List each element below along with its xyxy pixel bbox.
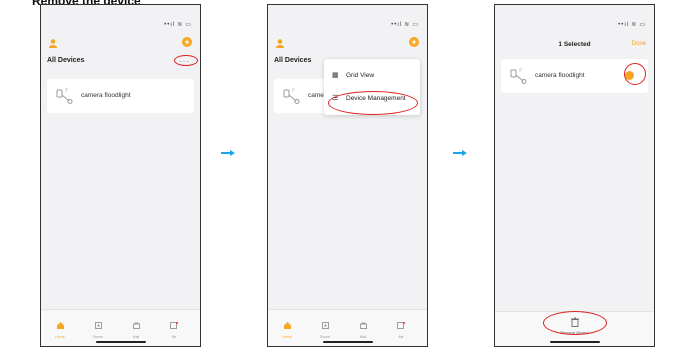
signal-icon: ••ıl <box>164 22 176 28</box>
floodlight-camera-icon <box>56 88 73 104</box>
arrow-right-icon <box>453 150 467 156</box>
highlight-oval <box>328 91 418 115</box>
avatar-icon[interactable] <box>276 39 284 48</box>
device-card[interactable]: camera floodlight <box>47 79 194 113</box>
tab-mall[interactable]: Mall <box>352 316 374 339</box>
device-name: camera floodlight <box>535 72 585 79</box>
mall-icon <box>359 322 367 329</box>
tab-label: Me <box>171 335 177 339</box>
tab-me[interactable]: Me <box>163 316 185 339</box>
tab-label: Home <box>282 335 292 339</box>
add-device-button[interactable]: + <box>182 37 192 47</box>
menu-item-label: Grid View <box>346 72 375 79</box>
me-icon <box>397 322 405 329</box>
blurred-text: · · · · <box>282 15 293 21</box>
tab-me[interactable]: Me <box>390 316 412 339</box>
add-device-button[interactable]: + <box>409 37 419 47</box>
blurred-text: · · · · <box>509 15 520 21</box>
signal-icon: ••ıl <box>391 22 403 28</box>
tab-label: Scene <box>320 335 330 339</box>
status-bar: ••ıl ≋ ▭ <box>389 21 419 28</box>
tab-label: Me <box>398 335 404 339</box>
me-icon <box>170 322 178 329</box>
tab-home[interactable]: Home <box>49 316 71 339</box>
tab-label: Mall <box>132 335 140 339</box>
tab-scene[interactable]: Scene <box>314 316 336 339</box>
avatar-icon[interactable] <box>49 39 57 48</box>
home-indicator <box>549 341 600 343</box>
grid-icon: ▦ <box>332 72 339 79</box>
section-title: All Devices <box>47 57 85 64</box>
highlight-oval <box>174 55 198 66</box>
section-title: All Devices <box>274 57 312 64</box>
phone-screen-device-management: · · · · ••ıl ≋ ▭ 1 Selected Done camera fl… <box>494 4 655 347</box>
scene-icon <box>94 322 102 329</box>
battery-icon: ▭ <box>639 22 646 28</box>
arrow-right-icon <box>221 150 235 156</box>
device-name: came <box>308 92 324 99</box>
home-icon <box>56 322 64 329</box>
home-indicator <box>322 341 373 343</box>
floodlight-camera-icon <box>283 88 300 104</box>
signal-icon: ••ıl <box>618 22 630 28</box>
mall-icon <box>132 322 140 329</box>
tab-mall[interactable]: Mall <box>125 316 147 339</box>
floodlight-camera-icon <box>510 68 527 84</box>
wifi-icon: ≋ <box>404 22 411 28</box>
device-name: camera floodlight <box>81 92 131 99</box>
tab-label: Mall <box>359 335 367 339</box>
phone-screen-home: ••ıl ≋ ▭ + All Devices ··· camera floodlig… <box>40 4 201 347</box>
done-button[interactable]: Done <box>632 41 646 47</box>
home-indicator <box>95 341 146 343</box>
scene-icon <box>321 322 329 329</box>
tab-scene[interactable]: Scene <box>87 316 109 339</box>
battery-icon: ▭ <box>412 22 419 28</box>
status-bar: ••ıl ≋ ▭ <box>616 21 646 28</box>
highlight-oval <box>543 311 607 335</box>
selection-count: 1 Selected <box>558 41 591 48</box>
wifi-icon: ≋ <box>177 22 184 28</box>
menu-item-grid-view[interactable]: ▦ Grid View <box>332 71 374 79</box>
phone-screen-menu: · · · · ••ıl≋▭ + All Devices ··· came ▦G… <box>267 4 428 347</box>
status-bar: ••ıl ≋ ▭ <box>162 21 192 28</box>
wifi-icon: ≋ <box>631 22 638 28</box>
highlight-oval <box>624 63 646 85</box>
tab-home[interactable]: Home <box>276 316 298 339</box>
battery-icon: ▭ <box>185 22 192 28</box>
tab-label: Scene <box>93 335 103 339</box>
tab-label: Home <box>55 335 65 339</box>
home-icon <box>283 322 291 329</box>
